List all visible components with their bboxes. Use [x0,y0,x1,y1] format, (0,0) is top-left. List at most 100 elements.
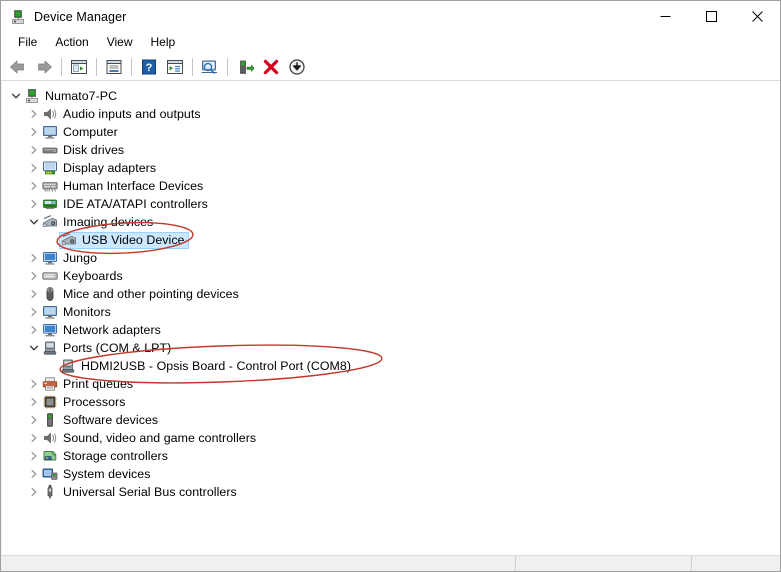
chevron-right-icon[interactable] [26,141,42,159]
tree-node[interactable]: Imaging devices [2,213,780,231]
show-hide-console-tree-button[interactable] [67,55,91,79]
chevron-right-icon[interactable] [26,447,42,465]
titlebar: Device Manager [1,1,780,32]
tree-node[interactable]: Mice and other pointing devices [2,285,780,303]
chevron-right-icon[interactable] [26,249,42,267]
tree-node[interactable]: Storage controllers [2,447,780,465]
tree-node-body[interactable]: Universal Serial Bus controllers [42,484,237,500]
device-tree-pane[interactable]: Numato7-PC Audio inputs and outputs Comput… [1,81,780,555]
menu-action[interactable]: Action [46,33,97,52]
toolbar-separator-1 [61,58,62,76]
tree-node[interactable]: Numato7-PC [2,87,780,105]
chevron-right-icon[interactable] [26,159,42,177]
menu-view[interactable]: View [98,33,142,52]
tree-node-body[interactable]: Keyboards [42,268,123,284]
minimize-button[interactable] [642,1,688,32]
menu-help[interactable]: Help [142,33,185,52]
tree-node[interactable]: Sound, video and game controllers [2,429,780,447]
tree-node-body[interactable]: Sound, video and game controllers [42,430,256,446]
tree-node[interactable]: Universal Serial Bus controllers [2,483,780,501]
tree-node-body[interactable]: Network adapters [42,322,161,338]
menu-file[interactable]: File [9,33,46,52]
chevron-right-icon[interactable] [26,411,42,429]
tree-node[interactable]: Human Interface Devices [2,177,780,195]
tree-node[interactable]: Jungo [2,249,780,267]
port-icon [42,340,58,356]
update-driver-button[interactable] [233,55,257,79]
display-adapter-icon [42,160,58,176]
tree-node-body[interactable]: Display adapters [42,160,156,176]
tree-node-body[interactable]: Processors [42,394,125,410]
tree-node[interactable]: IDE ATA/ATAPI controllers [2,195,780,213]
scan-for-hardware-changes-button[interactable] [198,55,222,79]
maximize-button[interactable] [688,1,734,32]
tree-node[interactable]: Audio inputs and outputs [2,105,780,123]
close-button[interactable] [734,1,780,32]
chevron-right-icon[interactable] [26,285,42,303]
back-button[interactable] [6,55,30,79]
tree-node[interactable]: Computer [2,123,780,141]
tree-node-body[interactable]: Imaging devices [42,214,153,230]
chevron-down-icon[interactable] [26,213,42,231]
tree-node-label: Keyboards [63,268,123,284]
properties-button[interactable] [102,55,126,79]
tree-node-body[interactable]: Print queues [42,376,133,392]
tree-node[interactable]: Print queues [2,375,780,393]
tree-node-body[interactable]: IDE ATA/ATAPI controllers [42,196,208,212]
tree-node-body[interactable]: Disk drives [42,142,124,158]
tree-node[interactable]: Processors [2,393,780,411]
tree-leaf[interactable]: USB Video Device [2,231,780,249]
svg-text:?: ? [146,62,153,74]
tree-node-body[interactable]: USB Video Device [59,232,189,249]
chevron-right-icon[interactable] [26,375,42,393]
tree-node[interactable]: Monitors [2,303,780,321]
tree-node-body[interactable]: Jungo [42,250,97,266]
chevron-right-icon[interactable] [26,267,42,285]
tree-node[interactable]: Disk drives [2,141,780,159]
tree-node-label: Universal Serial Bus controllers [63,484,237,500]
tree-node-body[interactable]: Human Interface Devices [42,178,203,194]
tree-node-body[interactable]: HDMI2USB - Opsis Board - Control Port (C… [60,358,351,374]
tree-node-body[interactable]: Monitors [42,304,111,320]
chevron-right-icon[interactable] [26,483,42,501]
chevron-right-icon[interactable] [26,465,42,483]
show-hide-action-pane-button[interactable] [163,55,187,79]
toolbar: ? [1,53,780,81]
tree-node-body[interactable]: Computer [42,124,118,140]
tree-node-body[interactable]: Ports (COM & LPT) [42,340,171,356]
chevron-right-icon[interactable] [26,321,42,339]
tree-node[interactable]: System devices [2,465,780,483]
tree-node-body[interactable]: System devices [42,466,150,482]
chevron-down-icon[interactable] [8,87,24,105]
tree-node[interactable]: Network adapters [2,321,780,339]
uninstall-device-button[interactable] [259,55,283,79]
tree-node-label: Print queues [63,376,133,392]
tree-node[interactable]: Display adapters [2,159,780,177]
help-button[interactable]: ? [137,55,161,79]
tree-node-body[interactable]: Software devices [42,412,158,428]
chevron-right-icon[interactable] [26,393,42,411]
chevron-right-icon[interactable] [26,105,42,123]
tree-node-body[interactable]: Audio inputs and outputs [42,106,201,122]
forward-button[interactable] [32,55,56,79]
tree-node-body[interactable]: Storage controllers [42,448,168,464]
software-device-icon [42,412,58,428]
chevron-right-icon[interactable] [26,429,42,447]
chevron-right-icon[interactable] [26,195,42,213]
tree-node-body[interactable]: Numato7-PC [24,88,117,104]
tree-node[interactable]: Ports (COM & LPT) [2,339,780,357]
tree-node-label: Mice and other pointing devices [63,286,239,302]
tree-leaf[interactable]: HDMI2USB - Opsis Board - Control Port (C… [2,357,780,375]
chevron-down-icon[interactable] [26,339,42,357]
chevron-right-icon[interactable] [26,177,42,195]
chevron-right-icon[interactable] [26,303,42,321]
chevron-right-icon[interactable] [26,123,42,141]
tree-node-body[interactable]: Mice and other pointing devices [42,286,239,302]
status-pane-secondary [516,556,692,571]
tree-node[interactable]: Keyboards [2,267,780,285]
tree-node-label: Processors [63,394,125,410]
system-device-icon [42,466,58,482]
chevron-placeholder [44,357,60,375]
tree-node[interactable]: Software devices [2,411,780,429]
disable-device-button[interactable] [285,55,309,79]
